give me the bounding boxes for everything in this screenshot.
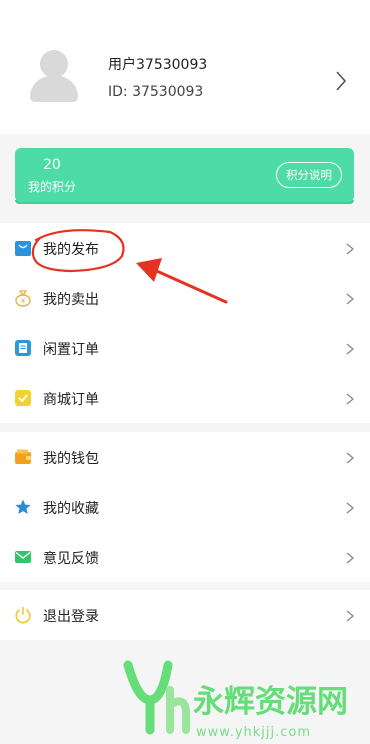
menu-item-wallet[interactable]: 我的钱包: [0, 432, 370, 482]
watermark-logo: 永辉资源网 www.yhkjjj.com: [123, 660, 348, 740]
watermark-name: 永辉资源网: [193, 684, 348, 720]
user-id: ID: 37530093: [108, 84, 204, 100]
username: 用户37530093: [108, 57, 208, 73]
points-value: 20: [43, 157, 61, 173]
chevron-right-icon: [346, 502, 354, 514]
menu-item-label: 商城订单: [43, 392, 99, 408]
menu-item-favorites[interactable]: 我的收藏: [0, 482, 370, 532]
chevron-right-icon: [346, 552, 354, 564]
watermark-url: www.yhkjjj.com: [196, 725, 311, 740]
wallet-icon: [15, 449, 31, 464]
account-menu: 我的钱包 我的收藏 意见反馈: [0, 432, 370, 582]
menu-item-logout[interactable]: 退出登录: [0, 590, 370, 640]
menu-item-label: 我的发布: [43, 242, 99, 258]
points-label: 我的积分: [28, 180, 77, 194]
chevron-right-icon: [346, 610, 354, 622]
chevron-right-icon: [346, 452, 354, 464]
avatar: [14, 40, 98, 104]
logout-menu: 退出登录: [0, 590, 370, 640]
menu-item-label: 我的钱包: [43, 451, 99, 467]
points-explain-button[interactable]: 积分说明: [276, 162, 342, 188]
menu-item-label: 闲置订单: [43, 342, 99, 358]
svg-text:¥: ¥: [21, 297, 26, 305]
shopping-bag-icon: [15, 241, 31, 256]
star-icon: [15, 499, 31, 514]
mail-icon: [15, 551, 31, 563]
chevron-right-icon: [346, 243, 354, 255]
menu-item-my-posts[interactable]: 我的发布: [0, 223, 370, 273]
profile-header[interactable]: 用户37530093 ID: 37530093: [0, 0, 370, 134]
menu-item-mall-orders[interactable]: 商城订单: [0, 373, 370, 423]
menu-item-label: 我的卖出: [43, 292, 99, 308]
menu-item-feedback[interactable]: 意见反馈: [0, 532, 370, 582]
chevron-right-icon[interactable]: [334, 68, 348, 94]
money-bag-icon: ¥: [15, 290, 31, 307]
chevron-right-icon: [346, 393, 354, 405]
points-card: 20 我的积分 积分说明: [15, 148, 354, 204]
menu-item-idle-orders[interactable]: 闲置订单: [0, 323, 370, 373]
watermark-emblem: [123, 660, 190, 735]
power-icon: [15, 606, 31, 624]
chevron-right-icon: [346, 293, 354, 305]
menu-item-label: 我的收藏: [43, 501, 99, 517]
menu-item-label: 退出登录: [43, 609, 99, 625]
orders-menu: 我的发布 ¥ 我的卖出 闲置订单 商城订单: [0, 223, 370, 423]
menu-item-label: 意见反馈: [43, 551, 99, 567]
menu-item-my-sold[interactable]: ¥ 我的卖出: [0, 273, 370, 323]
chevron-right-icon: [346, 343, 354, 355]
clipboard-icon: [15, 340, 31, 356]
checklist-icon: [15, 390, 31, 406]
